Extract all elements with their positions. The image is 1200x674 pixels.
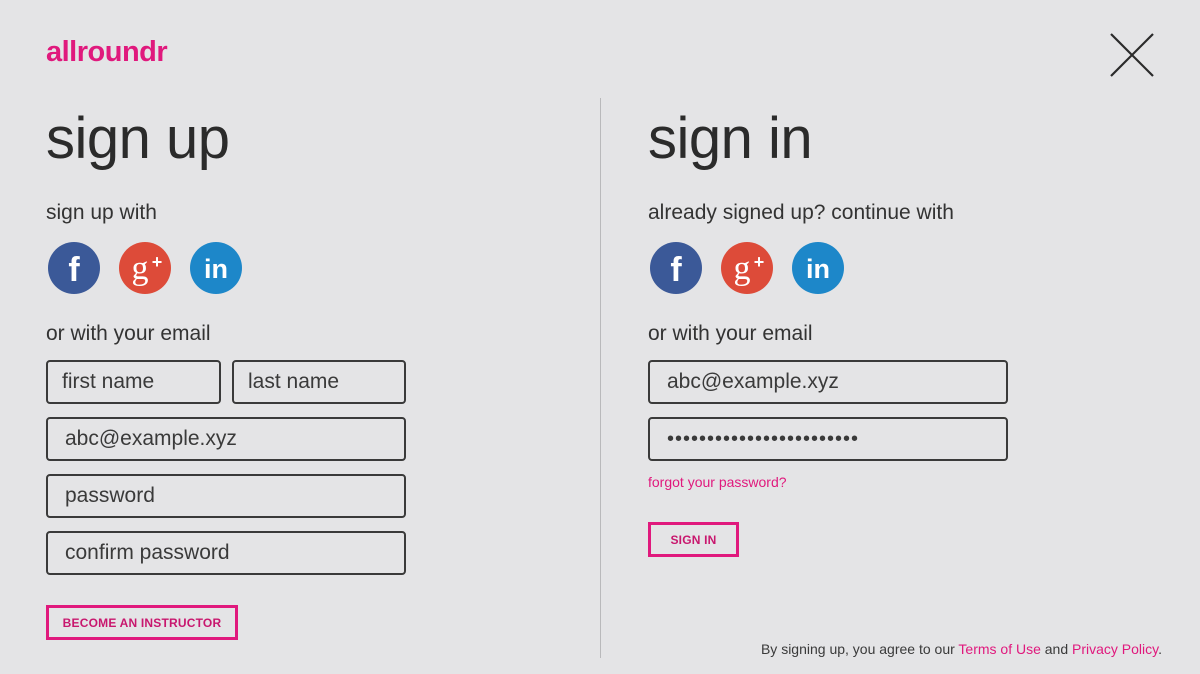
signup-email-label: or with your email [46, 322, 211, 345]
signup-linkedin-button[interactable]: in [190, 242, 242, 294]
legal-middle: and [1040, 641, 1073, 657]
forgot-password-link[interactable]: forgot your password? [648, 474, 787, 490]
legal-prefix: By signing up, you agree to our [760, 641, 959, 657]
svg-text:f: f [670, 251, 682, 289]
legal-suffix: . [1158, 641, 1162, 657]
svg-text:+: + [152, 252, 163, 272]
signup-with-label: sign up with [46, 201, 157, 224]
signin-facebook-button[interactable]: f [650, 242, 702, 294]
facebook-icon: f [68, 251, 80, 289]
linkedin-icon: in [806, 254, 830, 284]
signin-email-field[interactable]: abc@example.xyz [648, 360, 1008, 404]
signup-password-field[interactable]: password [46, 474, 406, 518]
signin-email-label: or with your email [648, 322, 813, 345]
sign-in-button[interactable]: SIGN IN [648, 522, 739, 557]
terms-of-use-link[interactable]: Terms of Use [958, 641, 1040, 657]
svg-text:in: in [204, 254, 228, 284]
signup-title: sign up [46, 106, 230, 171]
signup-google-plus-button[interactable]: g + [119, 242, 171, 294]
close-button[interactable] [1108, 31, 1156, 79]
svg-text:in: in [806, 254, 830, 284]
signin-with-label: already signed up? continue with [648, 201, 954, 224]
signup-email-field[interactable]: abc@example.xyz [46, 417, 406, 461]
legal-notice: By signing up, you agree to our Terms of… [761, 641, 1162, 657]
svg-text:f: f [68, 251, 80, 289]
signin-password-field[interactable]: •••••••••••••••••••••••• [648, 417, 1008, 461]
signin-title: sign in [648, 106, 813, 171]
svg-text:g: g [734, 250, 751, 287]
first-name-field[interactable]: first name [46, 360, 221, 404]
google-plus-icon: g + [734, 250, 765, 287]
panel-divider [600, 98, 601, 658]
facebook-icon: f [670, 251, 682, 289]
brand-logo: allroundr [46, 36, 168, 68]
signin-social-row: f g + in [650, 242, 844, 294]
svg-text:+: + [754, 252, 765, 272]
privacy-policy-link[interactable]: Privacy Policy [1072, 641, 1158, 657]
confirm-password-field[interactable]: confirm password [46, 531, 406, 575]
google-plus-icon: g + [132, 250, 163, 287]
become-instructor-button[interactable]: BECOME AN INSTRUCTOR [46, 605, 238, 640]
signup-facebook-button[interactable]: f [48, 242, 100, 294]
signin-google-plus-button[interactable]: g + [721, 242, 773, 294]
linkedin-icon: in [204, 254, 228, 284]
close-icon [1110, 33, 1154, 77]
signin-linkedin-button[interactable]: in [792, 242, 844, 294]
svg-text:g: g [132, 250, 149, 287]
last-name-field[interactable]: last name [232, 360, 406, 404]
signup-social-row: f g + in [48, 242, 242, 294]
